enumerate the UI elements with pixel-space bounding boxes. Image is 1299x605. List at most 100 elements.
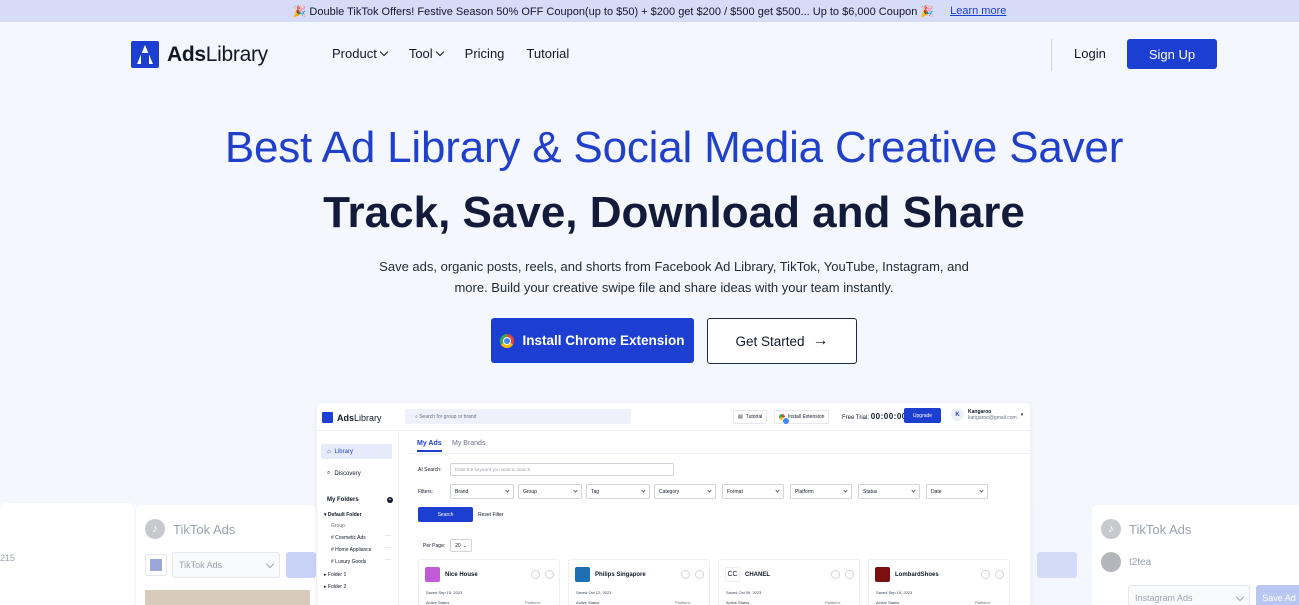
save-button-partial[interactable] xyxy=(1037,552,1077,578)
ai-search-label: AI Search: xyxy=(418,467,442,473)
folder-1[interactable]: ▸ Folder 1 xyxy=(324,572,346,578)
folder-item[interactable]: # Cosmetic Ads xyxy=(331,535,366,541)
brand-avatar xyxy=(575,567,590,582)
brand-name: Philips Singapore xyxy=(595,572,646,578)
filter-group[interactable]: Group xyxy=(518,484,582,499)
tab-my-ads[interactable]: My Ads xyxy=(417,440,442,452)
saved-date: Saved Sep 15, 2023 xyxy=(426,590,463,595)
tiktok-label: ♪ TikTok Ads xyxy=(1101,519,1191,539)
menu-pricing[interactable]: Pricing xyxy=(465,46,505,61)
folder-group[interactable]: Group xyxy=(331,523,345,529)
per-page-label: Per Page: xyxy=(423,543,446,549)
user-menu[interactable]: K Kangaroo kangaroo@gmail.com ▾ xyxy=(951,408,1023,421)
filter-date[interactable]: Date xyxy=(926,484,988,499)
nav-divider xyxy=(1051,39,1052,71)
app-search-input[interactable]: ⌕ Search for group or brand xyxy=(405,409,631,424)
main-menu: Product Tool Pricing Tutorial xyxy=(332,46,569,61)
folder-item[interactable]: # Home Appliance xyxy=(331,547,372,553)
avatar xyxy=(1101,552,1121,572)
eye-icon[interactable] xyxy=(545,570,554,579)
adslibrary-icon xyxy=(145,554,167,576)
install-extension-button[interactable]: Install Chrome Extension xyxy=(491,318,694,363)
folder-2[interactable]: ▸ Folder 2 xyxy=(324,584,346,590)
chevron-down-icon xyxy=(435,47,444,57)
link-icon[interactable] xyxy=(831,570,840,579)
search-icon: ⌕ xyxy=(327,470,331,476)
ad-card[interactable]: CC CHANEL Saved Oct 09, 2023 Active Stat… xyxy=(718,559,860,605)
per-page-select[interactable]: 20 ⌄ xyxy=(450,539,472,552)
brand-name: CHANEL xyxy=(745,572,770,578)
side-number: 215 xyxy=(0,553,16,563)
signup-button[interactable]: Sign Up xyxy=(1127,39,1217,69)
search-button[interactable]: Search xyxy=(418,507,473,522)
eye-icon[interactable] xyxy=(695,570,704,579)
chrome-icon xyxy=(500,333,515,348)
saved-date: Saved Oct 09, 2023 xyxy=(726,590,762,595)
tutorial-chip[interactable]: ▤ Tutorial xyxy=(733,410,768,424)
folder-item[interactable]: # Luxury Goods xyxy=(331,559,366,565)
app-preview: AdsLibrary ⌕ Search for group or brand ▤… xyxy=(317,403,1030,605)
learn-more-link[interactable]: Learn more xyxy=(950,5,1006,17)
tab-my-brands[interactable]: My Brands xyxy=(452,440,485,447)
status-badge: Active Status xyxy=(576,600,600,605)
brand-avatar xyxy=(875,567,890,582)
filter-format[interactable]: Format xyxy=(722,484,784,499)
more-icon[interactable]: ··· xyxy=(385,557,391,563)
tiktok-icon: ♪ xyxy=(145,519,165,539)
reset-filter-link[interactable]: Reset Filter xyxy=(478,512,504,518)
tab-divider xyxy=(409,453,1030,454)
chevron-down-icon xyxy=(265,559,275,568)
tiktok-label: ♪ TikTok Ads xyxy=(145,519,235,539)
more-icon[interactable]: ··· xyxy=(385,533,391,539)
promo-banner: 🎉 Double TikTok Offers! Festive Season 5… xyxy=(0,0,1299,22)
brand-avatar xyxy=(425,567,440,582)
link-icon[interactable] xyxy=(681,570,690,579)
status-badge: Active Status xyxy=(876,600,900,605)
upgrade-button[interactable]: Upgrade xyxy=(904,408,941,423)
menu-product[interactable]: Product xyxy=(332,46,389,61)
login-link[interactable]: Login xyxy=(1074,46,1106,61)
side-card-left-tiktok: ♪ TikTok Ads TikTok Ads xyxy=(136,505,316,605)
avatar: K xyxy=(951,408,964,421)
add-folder-icon[interactable]: + xyxy=(387,497,393,503)
filter-category[interactable]: Category xyxy=(654,484,716,499)
platform-select[interactable]: TikTok Ads xyxy=(172,552,280,578)
sidebar-item-library[interactable]: ⌂ Library xyxy=(321,444,392,459)
brand-logo[interactable]: AdsLibrary xyxy=(131,41,268,68)
saved-date: Saved Oct 12, 2023 xyxy=(576,590,612,595)
eye-icon[interactable] xyxy=(845,570,854,579)
logo-icon xyxy=(131,41,159,68)
book-icon: ▤ xyxy=(738,414,743,420)
menu-tutorial[interactable]: Tutorial xyxy=(526,46,569,61)
save-button-partial[interactable] xyxy=(286,552,316,578)
ad-card[interactable]: LombardShoes Saved Sep 15, 2023 Active S… xyxy=(868,559,1010,605)
install-extension-chip[interactable]: Install Extension xyxy=(774,410,830,424)
ad-card[interactable]: Nice House Saved Sep 15, 2023 Active Sta… xyxy=(418,559,560,605)
side-card-left: 215 xyxy=(0,503,134,605)
filter-brand[interactable]: Brand xyxy=(450,484,514,499)
filter-tag[interactable]: Tag xyxy=(586,484,650,499)
chevron-down-icon xyxy=(1235,592,1245,601)
filter-status[interactable]: Status xyxy=(858,484,920,499)
app-sidebar: ⌂ Library ⌕ Discovery My Folders + ▾ Defau… xyxy=(317,431,399,605)
arrow-right-icon: → xyxy=(812,332,829,349)
link-icon[interactable] xyxy=(531,570,540,579)
eye-icon[interactable] xyxy=(995,570,1004,579)
platform-select[interactable]: Instagram Ads xyxy=(1128,585,1250,605)
ai-search-input[interactable]: Enter the keyword you want to search xyxy=(450,463,674,476)
status-badge: Active Status xyxy=(726,600,750,605)
ad-card[interactable]: Philips Singapore Saved Oct 12, 2023 Act… xyxy=(568,559,710,605)
sidebar-item-discovery[interactable]: ⌕ Discovery xyxy=(321,466,392,481)
tiktok-icon: ♪ xyxy=(1101,519,1121,539)
link-icon[interactable] xyxy=(981,570,990,579)
filter-platform[interactable]: Platform xyxy=(790,484,852,499)
default-folder[interactable]: ▾ Default Folder xyxy=(324,512,362,518)
chevron-down-icon: ⌄ xyxy=(462,542,467,549)
save-ad-button[interactable]: Save Ad xyxy=(1256,585,1299,605)
get-started-button[interactable]: Get Started → xyxy=(707,318,857,364)
top-nav: AdsLibrary Product Tool Pricing Tutorial… xyxy=(0,22,1299,88)
platform-label: Platform: xyxy=(675,600,692,605)
menu-tool[interactable]: Tool xyxy=(409,46,444,61)
folders-title: My Folders xyxy=(327,497,359,503)
more-icon[interactable]: ··· xyxy=(385,545,391,551)
